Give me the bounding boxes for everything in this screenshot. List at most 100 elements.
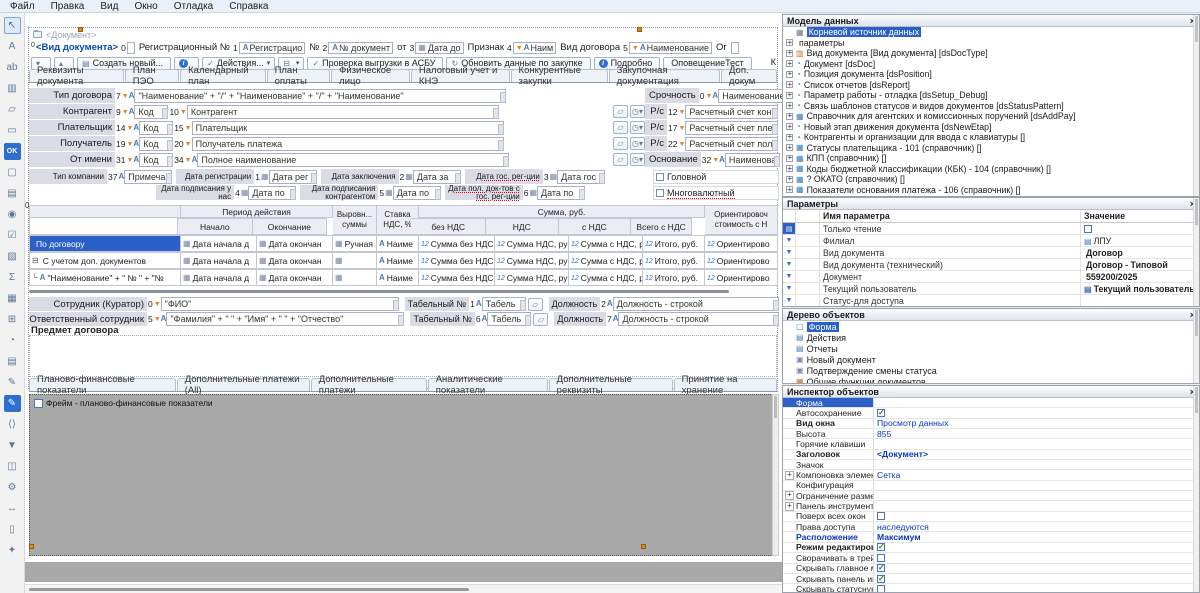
property-value[interactable] <box>874 501 1199 510</box>
property-row[interactable]: Конфигурация <box>783 480 1199 492</box>
date-value-box[interactable]: Примечан <box>124 169 173 184</box>
tree-item[interactable]: Контрагенты и организации для ввода с кл… <box>783 132 1199 143</box>
code-field[interactable]: Код <box>139 152 174 167</box>
checkbox[interactable] <box>877 563 885 573</box>
end-date-cell[interactable]: Дата окончан <box>257 235 333 252</box>
field-value-box[interactable]: № документ <box>328 41 394 54</box>
code-field[interactable]: Код <box>139 136 174 151</box>
expand-icon[interactable] <box>786 59 793 68</box>
start-date-cell[interactable]: Дата начала д <box>181 252 257 269</box>
date-value-box[interactable]: Дата по <box>248 185 297 200</box>
property-value[interactable] <box>874 574 1199 583</box>
table-scrollbar[interactable] <box>29 290 729 293</box>
property-name[interactable]: Вид окна <box>783 418 874 429</box>
panel-scrollbar[interactable] <box>1193 198 1199 306</box>
document-tab[interactable]: План ПЭО <box>124 65 180 87</box>
sum-no-vat-cell[interactable]: Сумма без НДС <box>419 235 495 252</box>
property-value[interactable] <box>874 584 1199 592</box>
checkbox[interactable] <box>1084 224 1092 233</box>
start-date-cell[interactable]: Дата начала д <box>181 269 257 286</box>
total-cell[interactable]: Итого, руб. <box>643 269 705 286</box>
parameter-value[interactable]: Текущий пользователь <box>1081 283 1199 294</box>
splitter-tool-icon[interactable] <box>4 500 21 517</box>
textbox-tool-icon[interactable] <box>4 59 21 76</box>
expand-icon[interactable] <box>785 502 792 511</box>
calendar-tool-icon[interactable] <box>4 290 21 307</box>
name-field[interactable]: Полное наименование <box>197 152 510 167</box>
sum-vat-cell[interactable]: Сумма НДС, руб <box>495 252 569 269</box>
property-value[interactable]: Просмотр данных <box>874 418 1199 428</box>
bottom-tab[interactable]: Дополнительные платежи <box>310 374 427 396</box>
checkbox[interactable] <box>877 574 885 583</box>
tree-item[interactable]: Документ [dsDoc] <box>783 59 1199 70</box>
parameter-row[interactable]: Вид документа (технический) Договор - Ти… <box>783 259 1199 271</box>
property-name[interactable]: Автосохранение <box>783 408 874 418</box>
column-header-name[interactable]: Имя параметра <box>820 210 1081 222</box>
estimate-cell[interactable]: Ориентирово <box>705 269 778 286</box>
rate-cell[interactable]: Наиме <box>377 252 419 269</box>
tree-item[interactable]: Отчеты <box>783 343 1199 354</box>
parameter-row[interactable]: Документ 559200/2025 <box>783 271 1199 283</box>
tree-item[interactable]: Справочник для агентских и комиссионных … <box>783 111 1199 122</box>
date-value-box[interactable]: Дата за <box>412 169 461 184</box>
code-field[interactable]: Код <box>139 120 174 135</box>
wand-tool-icon[interactable] <box>4 542 21 559</box>
expand-icon[interactable] <box>786 122 793 131</box>
property-row[interactable]: Режим редактировани <box>783 542 1199 554</box>
property-row[interactable]: Форма <box>783 398 1199 409</box>
bottom-tab[interactable]: Принятие на хранение <box>673 374 777 396</box>
expand-icon[interactable] <box>786 143 793 152</box>
field-value-box[interactable]: Наименование <box>718 88 782 103</box>
tree-item[interactable]: Показатели основания платежа - 106 (спра… <box>783 185 1199 196</box>
parameter-value[interactable]: Договор - Типовой <box>1081 259 1199 270</box>
name-field[interactable]: Получатель платежа <box>191 136 504 151</box>
property-row[interactable]: Скрывать статусную стро <box>783 584 1199 592</box>
property-value[interactable]: Сетка <box>874 470 1199 480</box>
property-value[interactable] <box>874 512 1199 521</box>
document-tool-icon[interactable] <box>4 353 21 370</box>
field-value-box[interactable]: Расчетный счет пле <box>685 120 778 135</box>
position-field[interactable]: Должность - строкой <box>612 297 780 311</box>
parameter-row[interactable]: Текущий пользователь Текущий пользовател… <box>783 283 1199 295</box>
expand-icon[interactable] <box>785 471 792 480</box>
property-row[interactable]: Значок <box>783 460 1199 471</box>
document-tab[interactable]: Календарный план <box>180 65 266 87</box>
rate-cell[interactable]: Наиме <box>377 269 419 286</box>
expand-icon[interactable] <box>786 174 793 183</box>
scrollbar-thumb[interactable] <box>29 588 469 591</box>
expand-icon[interactable] <box>786 29 793 36</box>
header-field[interactable]: Признак 4 Наим <box>467 41 557 54</box>
code-document-tool-icon[interactable] <box>4 416 21 433</box>
checkbox-row[interactable]: Многовалютный <box>653 186 779 200</box>
property-row[interactable]: Заголовок <Документ> <box>783 449 1199 461</box>
property-name[interactable]: Сворачивать в трей <box>783 553 874 563</box>
checkbox[interactable] <box>877 542 885 552</box>
document-tab[interactable]: Доп. докум <box>721 65 777 87</box>
sum-with-vat-cell[interactable]: Сумма с НДС, р <box>569 269 643 286</box>
property-value[interactable] <box>874 542 1199 552</box>
estimate-cell[interactable]: Ориентирово <box>705 235 778 252</box>
label-tool-icon[interactable] <box>4 38 21 55</box>
property-name[interactable]: Поверх всех окон <box>783 511 874 522</box>
expander-icon[interactable]: ⊟ <box>32 256 39 265</box>
property-row[interactable]: Сворачивать в трей <box>783 553 1199 564</box>
history-clock-button[interactable]: ◷▾ <box>630 121 645 134</box>
expand-icon[interactable] <box>786 80 793 89</box>
hierarchy-tool-icon[interactable] <box>4 311 21 328</box>
header-field[interactable]: 0 <Вид документа> 0 <box>31 41 135 54</box>
fio-field[interactable]: "Фамилия" + " " + "Имя" + " " + "Отчеств… <box>166 312 405 326</box>
property-value[interactable]: <Документ> <box>874 449 1199 459</box>
document-tab[interactable]: Закупочная документация <box>608 65 721 87</box>
property-value[interactable] <box>874 460 1199 469</box>
row-name-cell[interactable]: По договору <box>29 235 181 252</box>
parameter-value[interactable]: Договор <box>1081 247 1199 258</box>
property-row[interactable]: Поверх всех окон <box>783 511 1199 523</box>
folder-button[interactable]: ▱ <box>533 312 549 326</box>
date-value-box[interactable]: Дата по <box>537 185 585 200</box>
document-tab[interactable]: Конкурентные закупки <box>510 65 608 87</box>
property-row[interactable]: Высота 855 <box>783 429 1199 440</box>
property-name[interactable]: Расположение <box>783 532 874 542</box>
frame-tool-icon[interactable] <box>4 164 21 181</box>
checkbox[interactable] <box>877 512 885 521</box>
property-value[interactable] <box>874 408 1199 418</box>
